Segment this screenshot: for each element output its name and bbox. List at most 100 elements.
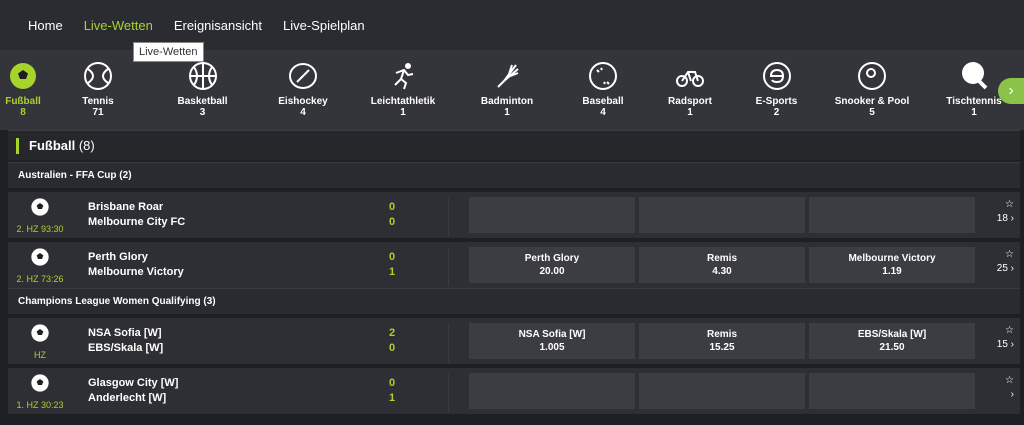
- sport-label: Baseball: [582, 96, 624, 107]
- nav-home[interactable]: Home: [28, 18, 63, 33]
- score-away: 0: [388, 216, 396, 228]
- away-team: Melbourne Victory: [88, 266, 184, 278]
- sport-label: Fußball: [5, 96, 41, 107]
- match-score: 20: [372, 326, 412, 356]
- soccer-ball-icon: [7, 60, 39, 92]
- leagues-list: Australien - FFA Cup (2) 2. HZ 93:30 Brisb…: [8, 162, 1020, 414]
- home-team: Glasgow City [W]: [88, 377, 179, 389]
- sport-tab-baseball[interactable]: Baseball 4: [559, 50, 647, 130]
- odd-button-empty: [809, 373, 975, 409]
- match-clock: HZ: [8, 323, 72, 360]
- star-icon[interactable]: ☆: [997, 248, 1014, 262]
- sport-tab-bicycle[interactable]: Radsport 1: [647, 50, 733, 130]
- odd-button-empty: [469, 197, 635, 233]
- odd-button-empty: [639, 197, 805, 233]
- star-icon[interactable]: ☆: [997, 198, 1014, 212]
- match-row[interactable]: HZ NSA Sofia [W] EBS/Skala [W] 2 0 NSA Sofia …: [8, 314, 1020, 364]
- match-time: 2. HZ 93:30: [16, 223, 64, 234]
- home-team: Perth Glory: [88, 251, 148, 263]
- odd-button[interactable]: Remis 15.25: [639, 323, 805, 359]
- odd-value: 15.25: [709, 342, 735, 353]
- sport-label: Radsport: [668, 96, 712, 107]
- category-title: Fußball: [29, 138, 76, 153]
- nav-live-spielplan[interactable]: Live-Spielplan: [283, 18, 365, 33]
- sports-bar: Fußball 8 Tennis 71 Basketball 3 Eishockey 4 Lei…: [0, 50, 1024, 130]
- more-count: ›: [1010, 389, 1014, 400]
- soccer-ball-icon: [30, 323, 50, 348]
- divider: [448, 198, 449, 236]
- sport-count: 2: [773, 107, 780, 118]
- odd-button[interactable]: Perth Glory 20.00: [469, 247, 635, 283]
- sport-label: Basketball: [177, 96, 228, 107]
- match-row[interactable]: 2. HZ 73:26 Perth Glory Melbourne Victory 0…: [8, 238, 1020, 288]
- sport-label: Tennis: [82, 96, 114, 107]
- score-away: 1: [388, 266, 396, 278]
- sport-label: Badminton: [480, 96, 534, 107]
- odd-button[interactable]: NSA Sofia [W] 1.005: [469, 323, 635, 359]
- sport-label: E-Sports: [755, 96, 798, 107]
- match-teams[interactable]: Perth Glory Melbourne Victory: [72, 250, 372, 280]
- match-time: 2. HZ 73:26: [16, 273, 64, 284]
- match-clock: 2. HZ 93:30: [8, 197, 72, 234]
- bicycle-icon: [674, 60, 706, 92]
- odd-button-empty: [639, 373, 805, 409]
- basketball-icon: [187, 60, 219, 92]
- more-markets[interactable]: ☆ ›: [1005, 374, 1014, 402]
- match-teams[interactable]: NSA Sofia [W] EBS/Skala [W]: [72, 326, 372, 356]
- odd-label: EBS/Skala [W]: [857, 329, 927, 340]
- match-time: 1. HZ 30:23: [16, 399, 64, 410]
- more-markets[interactable]: ☆ 18 ›: [997, 198, 1014, 226]
- more-count: 15 ›: [996, 339, 1014, 350]
- score-away: 0: [388, 342, 396, 354]
- star-icon[interactable]: ☆: [1005, 374, 1014, 388]
- odd-value: 1.005: [539, 342, 565, 353]
- odd-button[interactable]: Melbourne Victory 1.19: [809, 247, 975, 283]
- sport-label: Eishockey: [278, 96, 328, 107]
- sport-tab-runner[interactable]: Leichtathletik 1: [351, 50, 455, 130]
- sport-tab-basketball[interactable]: Basketball 3: [150, 50, 255, 130]
- snooker-ball-icon: [856, 60, 888, 92]
- table-tennis-icon: [958, 60, 990, 92]
- category-header[interactable]: Fußball (8): [8, 130, 1020, 160]
- match-score: 01: [372, 376, 412, 406]
- nav-live-wetten[interactable]: Live-Wetten: [84, 18, 153, 33]
- odd-value: 4.30: [712, 266, 732, 277]
- odd-button[interactable]: EBS/Skala [W] 21.50: [809, 323, 975, 359]
- league-header[interactable]: Champions League Women Qualifying (3): [8, 288, 1020, 314]
- score-away: 1: [388, 392, 396, 404]
- sport-count: 1: [504, 107, 510, 118]
- more-markets[interactable]: ☆ 25 ›: [997, 248, 1014, 276]
- hockey-puck-icon: [287, 60, 319, 92]
- sport-count: 1: [687, 107, 693, 118]
- soccer-ball-icon: [30, 197, 50, 222]
- more-count: 25 ›: [996, 263, 1014, 274]
- esports-icon: [761, 60, 793, 92]
- odds-group: Perth Glory 20.00 Remis 4.30 Melbourne Victo…: [469, 247, 979, 283]
- sport-tab-hockey-puck[interactable]: Eishockey 4: [255, 50, 351, 130]
- match-row[interactable]: 1. HZ 30:23 Glasgow City [W] Anderlecht [W…: [8, 364, 1020, 414]
- tennis-ball-icon: [82, 60, 114, 92]
- odd-button[interactable]: Remis 4.30: [639, 247, 805, 283]
- sport-tab-shuttlecock[interactable]: Badminton 1: [455, 50, 559, 130]
- away-team: EBS/Skala [W]: [88, 342, 164, 354]
- star-icon[interactable]: ☆: [997, 324, 1014, 338]
- divider: [448, 248, 449, 286]
- sport-tab-snooker-ball[interactable]: Snooker & Pool 5: [820, 50, 924, 130]
- more-markets[interactable]: ☆ 15 ›: [997, 324, 1014, 352]
- sport-label: Leichtathletik: [370, 96, 436, 107]
- match-teams[interactable]: Glasgow City [W] Anderlecht [W]: [72, 376, 372, 406]
- divider: [448, 324, 449, 362]
- sport-tab-tennis-ball[interactable]: Tennis 71: [46, 50, 150, 130]
- nav-ereignisansicht[interactable]: Ereignisansicht: [174, 18, 262, 33]
- league-header[interactable]: Australien - FFA Cup (2): [8, 162, 1020, 188]
- odd-label: Melbourne Victory: [848, 253, 936, 264]
- match-row[interactable]: 2. HZ 93:30 Brisbane Roar Melbourne City F…: [8, 188, 1020, 238]
- sport-tab-soccer-ball[interactable]: Fußball 8: [0, 50, 46, 130]
- odd-value: 20.00: [539, 266, 565, 277]
- next-arrow-icon[interactable]: ›: [998, 78, 1024, 104]
- odd-label: Remis: [706, 253, 737, 264]
- baseball-icon: [587, 60, 619, 92]
- sport-tab-esports[interactable]: E-Sports 2: [733, 50, 820, 130]
- tooltip: Live-Wetten: [133, 42, 204, 62]
- match-teams[interactable]: Brisbane Roar Melbourne City FC: [72, 200, 372, 230]
